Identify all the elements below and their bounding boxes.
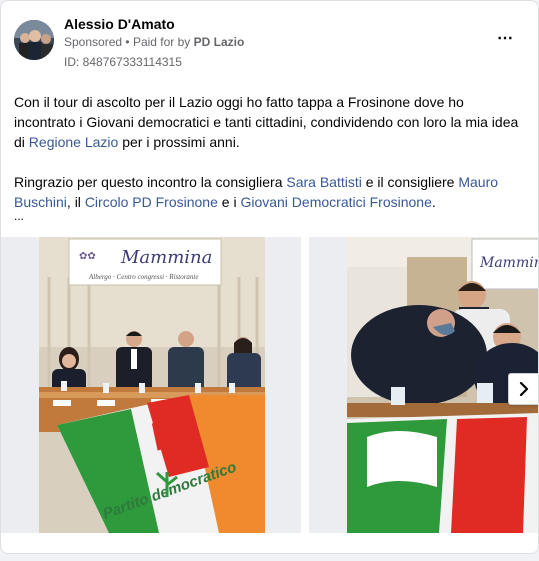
text-span: , il bbox=[66, 194, 85, 210]
carousel-next-button[interactable] bbox=[508, 373, 538, 405]
post-paragraph-1: Con il tour di ascolto per il Lazio oggi… bbox=[14, 92, 529, 152]
link-circolo-pd[interactable]: Circolo PD Frosinone bbox=[85, 194, 218, 210]
author-avatar[interactable] bbox=[14, 20, 54, 60]
ad-id: ID: 848767333114315 bbox=[64, 55, 182, 69]
meeting-photo-1: ✿✿ Mammina Albergo · Centro congressi · … bbox=[39, 237, 265, 533]
photo-carousel: ✿✿ Mammina Albergo · Centro congressi · … bbox=[1, 237, 539, 533]
author-name[interactable]: Alessio D'Amato bbox=[64, 16, 175, 32]
ad-post-card: Alessio D'Amato Sponsored • Paid for by … bbox=[0, 0, 539, 554]
post-paragraph-2: Ringrazio per questo incontro la consigl… bbox=[14, 172, 529, 212]
carousel-slide-2[interactable]: Mammina bbox=[309, 237, 539, 533]
text-span: per i prossimi anni. bbox=[118, 134, 240, 150]
sponsored-label: Sponsored bbox=[64, 35, 123, 49]
more-options-icon[interactable]: ⋯ bbox=[497, 28, 514, 48]
banner-text: Mammina bbox=[479, 255, 539, 271]
text-span: . bbox=[431, 194, 436, 210]
svg-text:✿✿: ✿✿ bbox=[79, 251, 96, 262]
chevron-right-icon bbox=[519, 382, 529, 396]
text-span: e i bbox=[217, 194, 241, 210]
link-giovani-democratici[interactable]: Giovani Democratici Frosinone bbox=[240, 194, 431, 210]
banner-sub: Albergo · Centro congressi · Ristorante bbox=[88, 273, 198, 281]
payer-name[interactable]: PD Lazio bbox=[194, 35, 245, 49]
post-text: Con il tour di ascolto per il Lazio oggi… bbox=[14, 92, 529, 232]
meta-separator: • bbox=[125, 35, 133, 49]
link-regione-lazio[interactable]: Regione Lazio bbox=[29, 134, 119, 150]
carousel-slide-1[interactable]: ✿✿ Mammina Albergo · Centro congressi · … bbox=[1, 237, 301, 533]
paid-for-label: Paid for by bbox=[132, 35, 191, 49]
see-more-ellipsis[interactable]: ... bbox=[14, 209, 24, 223]
text-span: e il consigliere bbox=[361, 174, 459, 190]
banner-text: Mammina bbox=[120, 247, 212, 268]
sponsor-meta: Sponsored • Paid for by PD Lazio bbox=[64, 35, 244, 49]
link-sara-battisti[interactable]: Sara Battisti bbox=[286, 174, 361, 190]
text-span: Ringrazio per questo incontro la consigl… bbox=[14, 174, 287, 190]
